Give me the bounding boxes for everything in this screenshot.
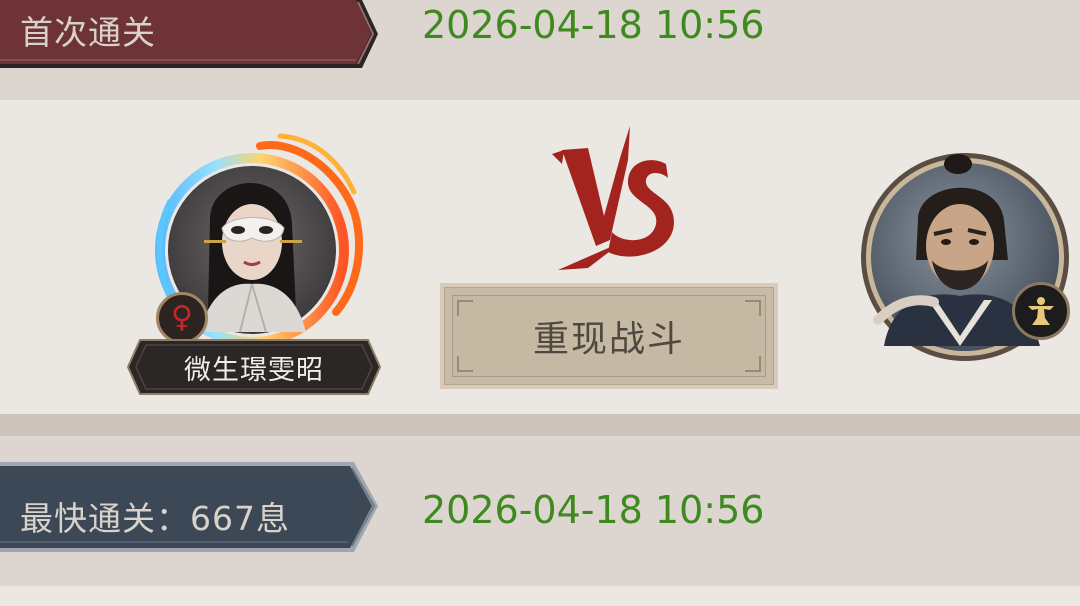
female-gender-icon: ♀: [156, 292, 208, 344]
section-divider: [0, 414, 1080, 436]
replay-battle-button[interactable]: 重现战斗: [440, 283, 778, 389]
martial-pose-icon: [1028, 297, 1054, 325]
fastest-clear-label: 最快通关：667息: [20, 499, 290, 538]
player-name: 微生璟雯昭: [184, 354, 324, 386]
vs-emblem: [552, 126, 674, 270]
replay-battle-label: 重现战斗: [532, 319, 685, 360]
fastest-clear-timestamp: 2026-04-18 10:56: [422, 488, 765, 532]
warrior-class-icon: [1012, 282, 1070, 340]
next-row-edge: [0, 586, 1080, 606]
first-clear-label: 首次通关: [20, 13, 156, 52]
first-clear-timestamp: 2026-04-18 10:56: [422, 3, 765, 47]
